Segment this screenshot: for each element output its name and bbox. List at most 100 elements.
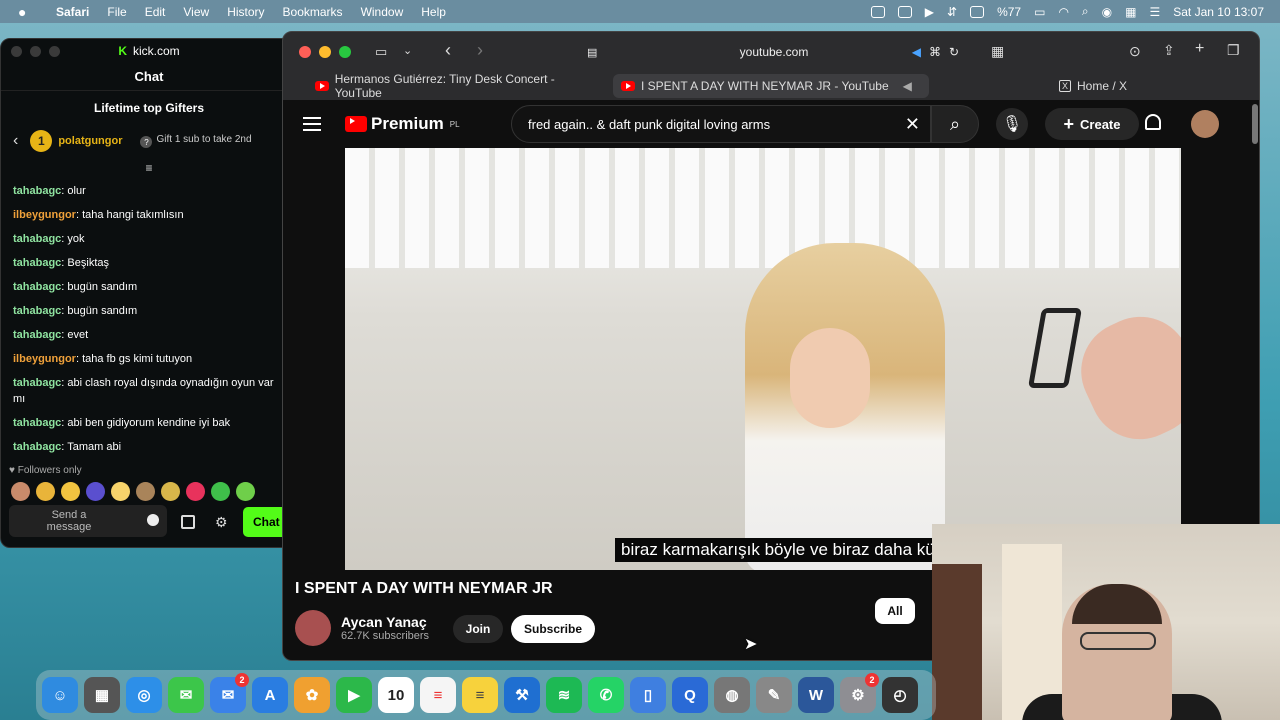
audio-icon[interactable]: ◀: [912, 45, 921, 59]
emote-icon[interactable]: [161, 482, 180, 501]
join-button[interactable]: Join: [453, 615, 503, 643]
emote-icon[interactable]: [11, 482, 30, 501]
video-player[interactable]: biraz karmakarışık böyle ve biraz daha k…: [345, 148, 1181, 570]
minimize-dot[interactable]: [319, 46, 331, 58]
app-store-icon[interactable]: A: [252, 677, 288, 713]
tab-overview-icon[interactable]: ❐: [1227, 42, 1240, 59]
airdrop-icon[interactable]: ⇵: [947, 5, 957, 19]
mail-icon[interactable]: ✉ 2: [210, 673, 249, 713]
tab-x-home[interactable]: X Home / X: [1051, 74, 1151, 98]
menu-bookmarks[interactable]: Bookmarks: [283, 5, 343, 19]
emote-icon[interactable]: [36, 482, 55, 501]
tab-neymar[interactable]: I SPENT A DAY WITH NEYMAR JR - YouTube ◀: [613, 74, 929, 98]
subscribe-button[interactable]: Subscribe: [511, 615, 595, 643]
menu-view[interactable]: View: [183, 5, 209, 19]
menu-history[interactable]: History: [227, 5, 264, 19]
chevron-down-icon[interactable]: ⌄: [403, 44, 412, 57]
youtube-premium-logo[interactable]: Premium PL: [345, 114, 460, 134]
emote-icon[interactable]: [186, 482, 205, 501]
battery-icon[interactable]: ▭: [1034, 5, 1045, 19]
sidebar-icon[interactable]: ▭: [375, 44, 387, 60]
channel-name[interactable]: Aycan Yanaç: [341, 614, 429, 630]
gifter-name[interactable]: polatgungor: [58, 134, 122, 148]
script-editor-icon[interactable]: ✎: [756, 677, 792, 713]
gift-prompt[interactable]: ? Gift 1 sub to take 2nd: [140, 134, 266, 148]
close-dot[interactable]: [11, 46, 22, 57]
menu-window[interactable]: Window: [361, 5, 404, 19]
preview-icon[interactable]: ▯: [630, 677, 666, 713]
extensions-icon[interactable]: ▦: [991, 43, 1004, 60]
play-icon[interactable]: ▶: [925, 5, 934, 19]
emote-icon[interactable]: [211, 482, 230, 501]
mute-icon[interactable]: ◀: [903, 79, 912, 93]
facetime-icon[interactable]: ▶: [336, 677, 372, 713]
notifications-bell-icon[interactable]: [1145, 114, 1161, 130]
input-icon[interactable]: [970, 5, 985, 18]
new-tab-icon[interactable]: +: [1195, 40, 1204, 58]
close-dot[interactable]: [299, 46, 311, 58]
download-icon[interactable]: ⊙: [1129, 43, 1141, 60]
search-icon[interactable]: ⌕: [1082, 4, 1089, 19]
chevron-left-icon[interactable]: ‹: [13, 132, 18, 150]
emote-icon[interactable]: [61, 482, 80, 501]
translate-icon[interactable]: ⌘: [929, 45, 941, 59]
voice-search-button[interactable]: 🎙︎: [996, 108, 1028, 140]
store-icon[interactable]: [181, 515, 195, 529]
address-bar[interactable]: ▤ youtube.com ◀ ⌘ ↻: [579, 38, 969, 66]
emote-icon[interactable]: [111, 482, 130, 501]
share-icon[interactable]: ⇪: [1163, 42, 1175, 59]
focus-icon[interactable]: ☰: [1149, 5, 1160, 19]
whatsapp-icon[interactable]: ✆: [588, 677, 624, 713]
reminders-icon[interactable]: ≡: [420, 677, 456, 713]
wifi-icon[interactable]: ◠: [1058, 5, 1068, 19]
channel-avatar[interactable]: [295, 610, 331, 646]
zoom-dot[interactable]: [49, 46, 60, 57]
emote-icon[interactable]: [86, 482, 105, 501]
notes-icon[interactable]: ≡: [462, 677, 498, 713]
emoji-icon[interactable]: [147, 514, 159, 526]
clear-search-icon[interactable]: ✕: [905, 114, 920, 135]
screen-record-icon[interactable]: [870, 5, 885, 18]
filter-chip-all[interactable]: All: [875, 598, 915, 624]
siri-icon[interactable]: ◉: [1102, 5, 1112, 19]
system-settings-icon[interactable]: ⚙ 2: [840, 673, 879, 713]
tab-hermanos[interactable]: Hermanos Gutiérrez: Tiny Desk Concert - …: [307, 72, 607, 100]
quicktime-icon[interactable]: Q: [672, 677, 708, 713]
photos-icon[interactable]: ✿: [294, 677, 330, 713]
control-center-icon[interactable]: ▦: [1125, 5, 1136, 19]
zoom-dot[interactable]: [339, 46, 351, 58]
emote-icon[interactable]: [236, 482, 255, 501]
gear-icon[interactable]: ⚙: [215, 514, 228, 531]
battery-percent[interactable]: %77: [997, 5, 1021, 19]
search-button[interactable]: ⌕: [931, 105, 979, 143]
menu-help[interactable]: Help: [421, 5, 446, 19]
menu-app-name[interactable]: Safari: [56, 5, 89, 19]
back-icon[interactable]: ‹: [445, 40, 451, 61]
safari-icon[interactable]: ◎: [126, 677, 162, 713]
disk-utility-icon[interactable]: ◍: [714, 677, 750, 713]
search-input[interactable]: fred again.. & daft punk digital loving …: [511, 105, 931, 143]
minimize-dot[interactable]: [30, 46, 41, 57]
create-button[interactable]: + Create: [1045, 108, 1139, 140]
menu-file[interactable]: File: [107, 5, 126, 19]
reload-icon[interactable]: ↻: [949, 45, 959, 59]
reader-icon[interactable]: ▤: [587, 46, 597, 59]
filter-icon[interactable]: ≡: [1, 161, 297, 175]
clock[interactable]: Sat Jan 10 13:07: [1173, 5, 1264, 19]
emote-icon[interactable]: [136, 482, 155, 501]
menu-edit[interactable]: Edit: [145, 5, 166, 19]
spotify-icon[interactable]: ≋: [546, 677, 582, 713]
menu-icon[interactable]: [303, 117, 321, 131]
apple-icon[interactable]: ●: [18, 4, 38, 20]
launchpad-icon[interactable]: ▦: [84, 677, 120, 713]
display-icon[interactable]: [897, 5, 912, 18]
finder-icon[interactable]: ☺: [42, 677, 78, 713]
word-icon[interactable]: W: [798, 677, 834, 713]
xcode-icon[interactable]: ⚒: [504, 677, 540, 713]
messages-icon[interactable]: ✉: [168, 677, 204, 713]
page-scrollbar[interactable]: [1252, 104, 1258, 144]
calendar-icon[interactable]: 10: [378, 677, 414, 713]
forward-icon[interactable]: ›: [477, 40, 483, 61]
send-message-input[interactable]: Send a message: [9, 505, 167, 537]
account-avatar[interactable]: [1191, 110, 1219, 138]
